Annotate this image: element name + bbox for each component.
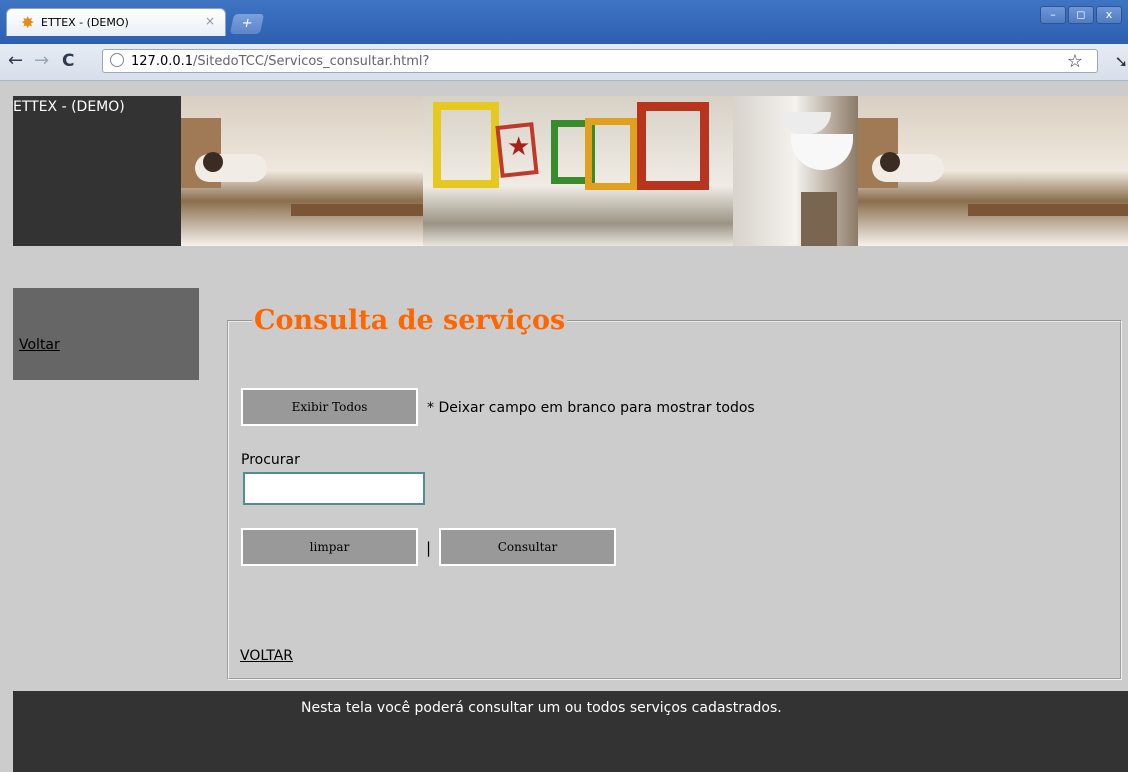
browser-toolbar: ← → C 127.0.0.1/SitedoTCC/Servicos_consu… [0,44,1128,81]
search-input[interactable] [243,472,425,505]
url-text: 127.0.0.1/SitedoTCC/Servicos_consultar.h… [131,54,429,69]
tab-title: ETTEX - (DEMO) [41,16,129,29]
close-window-button[interactable]: x [1096,6,1122,24]
new-tab-button[interactable]: + [229,14,265,34]
page-info-icon[interactable] [110,53,124,67]
banner-spa-photo [181,96,423,246]
site-title-box: ETTEX - (DEMO) [13,96,181,246]
button-separator: | [426,539,432,557]
banner-spa-photo-2 [858,96,1128,246]
browser-titlebar: ✸ ETTEX - (DEMO) × + – ◻ x [0,0,1128,44]
query-button[interactable]: Consultar [439,528,616,566]
tab-close-icon[interactable]: × [205,14,215,28]
footer: Nesta tela você poderá consultar um ou t… [13,691,1128,772]
url-host: 127.0.0.1 [131,54,194,69]
reload-icon[interactable]: C [62,51,74,71]
url-path: /SitedoTCC/Servicos_consultar.html? [193,54,430,69]
window-controls: – ◻ x [1040,6,1122,24]
banner-sinks-photo [733,96,858,246]
side-menu: Voltar [13,288,199,380]
address-bar[interactable]: 127.0.0.1/SitedoTCC/Servicos_consultar.h… [102,49,1098,73]
search-label: Procurar [241,452,300,468]
forward-arrow-icon[interactable]: → [34,51,49,71]
plus-icon: + [240,16,255,31]
back-arrow-icon[interactable]: ← [8,51,23,71]
wrench-menu-icon[interactable]: ➘ [1115,52,1128,71]
maximize-button[interactable]: ◻ [1068,6,1094,24]
browser-tab[interactable]: ✸ ETTEX - (DEMO) × [6,8,226,36]
page-body: ETTEX - (DEMO) ★ Voltar Consulta de serv… [0,81,1128,772]
back-link[interactable]: VOLTAR [240,648,293,664]
favicon-star-icon: ✸ [21,13,35,32]
footer-text: Nesta tela você poderá consultar um ou t… [301,700,782,716]
bookmark-star-icon[interactable]: ☆ [1067,51,1083,72]
site-title: ETTEX - (DEMO) [13,99,125,115]
show-all-button[interactable]: Exibir Todos [241,388,418,426]
clear-button[interactable]: limpar [241,528,418,566]
sidebar-link-voltar[interactable]: Voltar [19,337,60,353]
banner-salon-photo: ★ [423,96,733,246]
show-all-note: * Deixar campo em branco para mostrar to… [427,400,755,416]
minimize-button[interactable]: – [1040,6,1066,24]
fieldset-legend: Consulta de serviços [252,305,568,336]
banner-image: ★ [181,96,1128,246]
